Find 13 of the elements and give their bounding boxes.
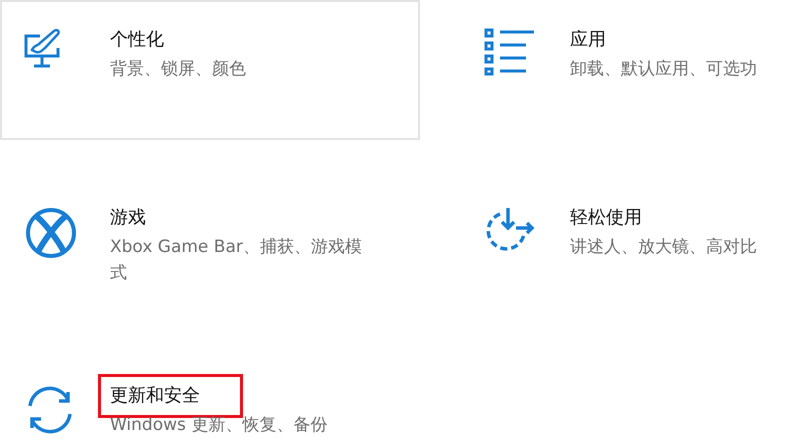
tile-title: 轻松使用 xyxy=(569,206,643,230)
dashed-circle-arrow-icon xyxy=(484,206,536,252)
tile-description: 背景、锁屏、颜色 xyxy=(110,58,247,81)
tile-description: 讲述人、放大镜、高对比 xyxy=(570,236,758,259)
monitor-brush-icon xyxy=(24,28,62,68)
tile-title: 游戏 xyxy=(109,206,147,230)
settings-tile[interactable]: 个性化 背景、锁屏、颜色 xyxy=(0,0,420,140)
tile-title: 应用 xyxy=(569,28,607,52)
tile-title: 个性化 xyxy=(109,28,165,52)
list-icon xyxy=(484,28,536,76)
tile-description: Xbox Game Bar、捕获、游戏模式 xyxy=(110,236,363,285)
xbox-logo-icon xyxy=(24,206,78,260)
tile-description: 卸载、默认应用、可选功 xyxy=(570,58,758,81)
